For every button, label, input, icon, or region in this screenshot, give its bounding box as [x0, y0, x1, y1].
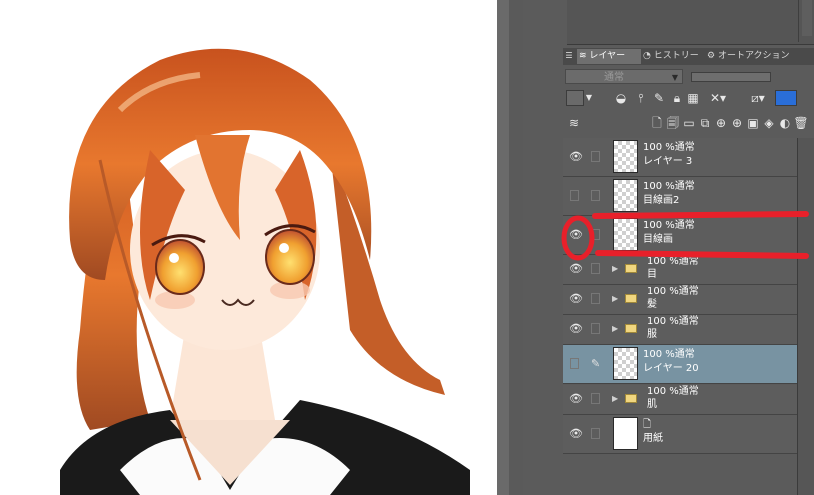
paper-thumbnail	[613, 417, 638, 450]
lock-checkbox[interactable]	[591, 293, 600, 304]
layer-toolbar-bottom: ≋ 🗋 🗐 ▭ ⧉ ⊕ ⊕ ▣ ◈ ◐ 🗑︎	[563, 113, 814, 135]
expand-triangle-icon[interactable]: ▶	[612, 394, 618, 403]
layer-row[interactable]: 👁︎ 100 %通常 目線画	[563, 216, 797, 255]
merge-visible-icon[interactable]: ⊕	[729, 115, 745, 131]
panel-menu-icon[interactable]: ☰	[563, 48, 575, 64]
expand-triangle-icon[interactable]: ▶	[612, 294, 618, 303]
reference-icon[interactable]: ◒	[613, 90, 629, 106]
eye-icon[interactable]: 👁︎	[568, 149, 584, 165]
eye-icon[interactable]: 👁︎	[568, 391, 584, 407]
layer-thumbnail	[613, 347, 638, 380]
copy-layer-icon[interactable]: ⧉	[697, 115, 713, 131]
layer-row-selected[interactable]: ✎ 100 %通常 レイヤー 20	[563, 345, 797, 384]
draft-icon[interactable]: ✕▾	[703, 90, 733, 106]
eye-icon[interactable]: 👁︎	[568, 426, 584, 442]
lock-icon[interactable]: 🔒︎	[669, 90, 685, 106]
trash-icon[interactable]: 🗑︎	[793, 115, 809, 131]
layer-toolbar-top: ▼ ◒ ⫯ ✎ 🔒︎ ▦ ✕▾ ⧄▾	[563, 88, 814, 112]
layer-list: 👁︎ 100 %通常 レイヤー 3 100 %通常 目線画2 👁︎ 100 %通常目…	[563, 138, 814, 495]
navigator-panel	[567, 0, 814, 45]
pen-icon: ✎	[591, 357, 601, 370]
paper-layer-row[interactable]: 👁︎ 🗋 用紙	[563, 415, 797, 454]
visibility-checkbox[interactable]	[570, 190, 579, 201]
chevron-down-icon: ▼	[671, 73, 678, 82]
layer-row[interactable]: 100 %通常 目線画2	[563, 177, 797, 216]
layer-panel-scrollbar[interactable]	[797, 138, 814, 495]
lock-checkbox[interactable]	[591, 190, 600, 201]
lock-checkbox[interactable]	[591, 393, 600, 404]
color-swatch-icon[interactable]	[566, 90, 584, 106]
tab-history[interactable]: ◔ ヒストリー	[641, 49, 705, 64]
layer-thumbnail	[613, 179, 638, 212]
opacity-slider[interactable]	[691, 72, 771, 82]
folder-icon	[625, 394, 637, 403]
character-illustration	[60, 48, 470, 495]
eye-icon[interactable]: 👁︎	[568, 261, 584, 277]
visibility-checkbox[interactable]	[570, 358, 579, 369]
layers-icon: ≋	[579, 51, 587, 61]
drawing-canvas[interactable]	[0, 0, 497, 495]
eye-icon[interactable]: 👁︎	[568, 227, 584, 243]
layer-color-icon[interactable]	[775, 90, 797, 106]
new-layer-icon[interactable]: 🗋	[649, 115, 665, 131]
layer-folder-row[interactable]: 👁︎ ▶ 100 %通常肌	[563, 385, 797, 415]
layer-folder-row[interactable]: 👁︎ ▶ 100 %通常目	[563, 255, 797, 285]
merge-down-icon[interactable]: ⊕	[713, 115, 729, 131]
eye-icon[interactable]: 👁︎	[568, 291, 584, 307]
new-vector-layer-icon[interactable]: 🗐	[665, 115, 681, 131]
auto-action-icon: ⚙	[707, 51, 716, 61]
mask-icon[interactable]: ⧄▾	[743, 90, 773, 106]
lock-checkbox[interactable]	[591, 323, 600, 334]
clear-icon[interactable]: ◐	[777, 115, 793, 131]
tab-layer[interactable]: ≋ レイヤー	[577, 49, 641, 64]
blend-mode-select[interactable]: 通常 ▼	[565, 69, 683, 84]
chevron-down-icon[interactable]: ▼	[584, 90, 594, 106]
panel-tabs: ☰ ≋ レイヤー ◔ ヒストリー ⚙ オートアクション	[563, 48, 814, 65]
expand-triangle-icon[interactable]: ▶	[612, 264, 618, 273]
folder-icon	[625, 264, 637, 273]
eye-icon[interactable]: 👁︎	[568, 321, 584, 337]
new-folder-icon[interactable]: ▭	[681, 115, 697, 131]
layer-stack-icon[interactable]: ≋	[566, 115, 582, 131]
lock-checkbox[interactable]	[591, 229, 600, 240]
lock-checkbox[interactable]	[591, 428, 600, 439]
blend-row: 通常 ▼	[563, 67, 814, 87]
layer-panel: ☰ ≋ レイヤー ◔ ヒストリー ⚙ オートアクション 通常 ▼ ▼ ◒ ⫯ ✎…	[523, 0, 814, 495]
tab-auto-action[interactable]: ⚙ オートアクション	[705, 49, 797, 64]
navigator-scrollbar[interactable]	[802, 0, 812, 36]
layer-folder-row[interactable]: 👁︎ ▶ 100 %通常服	[563, 315, 797, 345]
canvas-border	[497, 0, 509, 495]
lock-transparency-icon[interactable]: ▦	[685, 90, 701, 106]
folder-icon	[625, 294, 637, 303]
layer-row[interactable]: 👁︎ 100 %通常 レイヤー 3	[563, 138, 797, 177]
layer-thumbnail	[613, 140, 638, 173]
canvas-scrollbar[interactable]	[509, 0, 523, 495]
lock-checkbox[interactable]	[591, 151, 600, 162]
history-icon: ◔	[643, 51, 651, 61]
clip-icon[interactable]: ⫯	[633, 90, 649, 106]
layer-thumbnail	[613, 218, 638, 251]
folder-icon	[625, 324, 637, 333]
pen-icon[interactable]: ✎	[651, 90, 667, 106]
lock-checkbox[interactable]	[591, 263, 600, 274]
paper-doc-icon: 🗋	[643, 419, 652, 430]
apply-mask-icon[interactable]: ◈	[761, 115, 777, 131]
expand-triangle-icon[interactable]: ▶	[612, 324, 618, 333]
layer-folder-row[interactable]: 👁︎ ▶ 100 %通常髪	[563, 285, 797, 315]
mask-add-icon[interactable]: ▣	[745, 115, 761, 131]
